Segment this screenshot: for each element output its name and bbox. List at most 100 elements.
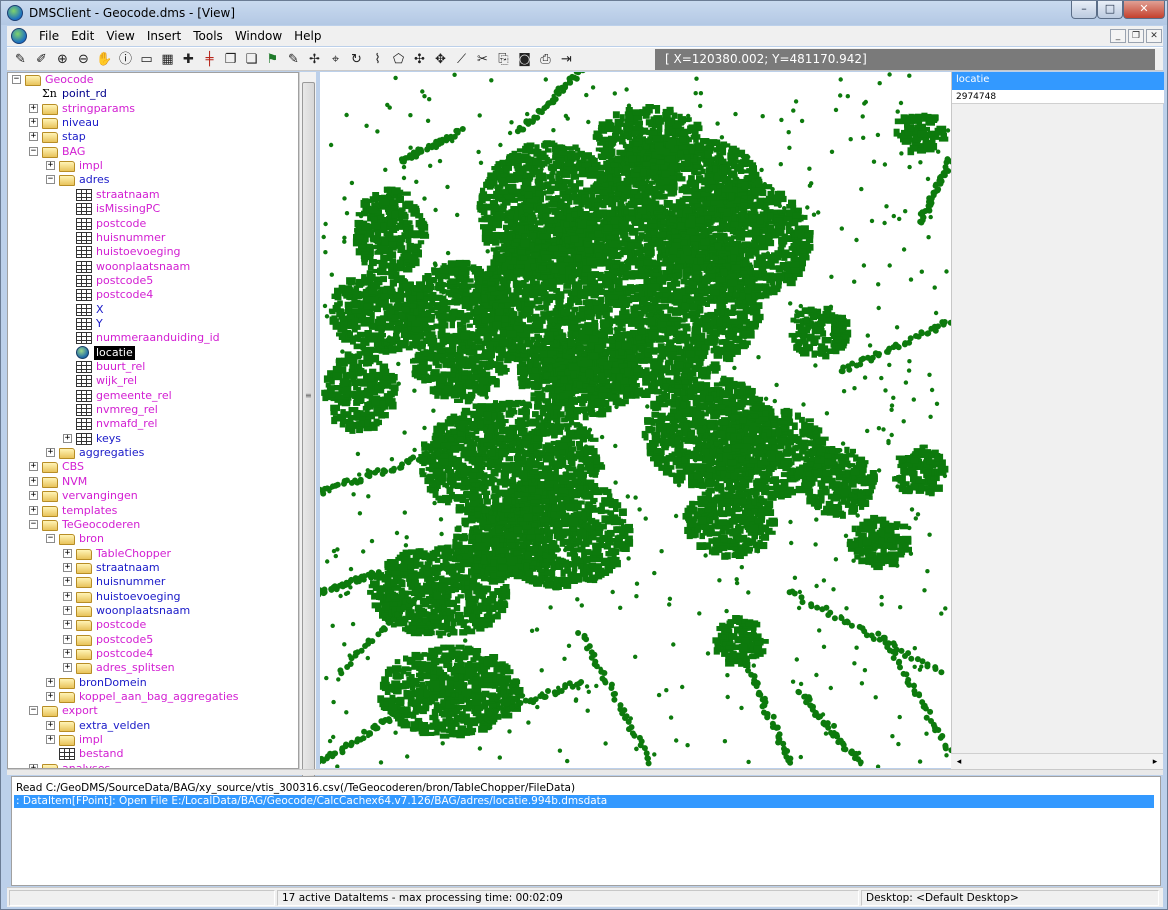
- tree-node-label[interactable]: nummeraanduiding_id: [94, 331, 222, 345]
- export-icon[interactable]: ⎘: [494, 50, 513, 69]
- collapse-icon[interactable]: −: [29, 706, 38, 716]
- tree-node[interactable]: bestand: [8, 747, 298, 761]
- select-rect-icon[interactable]: ▭: [137, 50, 156, 69]
- tree-node[interactable]: + vervangingen: [8, 489, 298, 503]
- tree-node[interactable]: nummeraanduiding_id: [8, 331, 298, 345]
- tree-node-label[interactable]: bron: [77, 532, 106, 546]
- vertex-icon[interactable]: ✥: [431, 50, 450, 69]
- tree-node[interactable]: locatie: [8, 345, 298, 360]
- collapse-icon[interactable]: −: [46, 534, 55, 544]
- move-point-icon[interactable]: ⌖: [326, 50, 345, 69]
- scale-bar-icon[interactable]: ╪: [200, 50, 219, 69]
- menu-view[interactable]: View: [100, 29, 140, 43]
- expand-icon[interactable]: +: [46, 735, 55, 745]
- tree-node[interactable]: − BAG: [8, 145, 298, 159]
- tree-node[interactable]: + impl: [8, 733, 298, 747]
- tree-node[interactable]: postcode5: [8, 274, 298, 288]
- tree-node-label[interactable]: aggregaties: [77, 446, 146, 460]
- expand-icon[interactable]: +: [46, 720, 55, 730]
- tree-node-label[interactable]: niveau: [60, 116, 101, 130]
- collapse-icon[interactable]: −: [29, 519, 38, 529]
- tree-node-label[interactable]: bronDomein: [77, 676, 149, 690]
- tree-node-label[interactable]: postcode5: [94, 274, 155, 288]
- tree-node[interactable]: − adres: [8, 173, 298, 187]
- tree-node[interactable]: buurt_rel: [8, 360, 298, 374]
- tree-node[interactable]: + bronDomein: [8, 676, 298, 690]
- tree-node[interactable]: − bron: [8, 532, 298, 546]
- tree-node[interactable]: straatnaam: [8, 188, 298, 202]
- tree-node-label[interactable]: impl: [77, 733, 105, 747]
- hand-pan-icon[interactable]: ✋: [95, 50, 114, 69]
- tree-node[interactable]: + woonplaatsnaam: [8, 604, 298, 618]
- exit-icon[interactable]: ⇥: [557, 50, 576, 69]
- tree-node-label[interactable]: nvmreg_rel: [94, 403, 160, 417]
- tree-node-label[interactable]: keys: [94, 432, 123, 446]
- tree-node-label[interactable]: adres: [77, 173, 112, 187]
- tree-node[interactable]: + templates: [8, 504, 298, 518]
- tree-node-label[interactable]: huisnummer: [94, 575, 167, 589]
- tree-node[interactable]: + impl: [8, 159, 298, 173]
- expand-icon[interactable]: +: [46, 692, 55, 702]
- tree-node-label[interactable]: BAG: [60, 145, 87, 159]
- menu-edit[interactable]: Edit: [65, 29, 100, 43]
- tree-node-label[interactable]: export: [60, 704, 100, 718]
- menu-help[interactable]: Help: [288, 29, 327, 43]
- tree-node-label[interactable]: huistoevoeging: [94, 590, 183, 604]
- map-view[interactable]: [320, 72, 951, 768]
- tree-node[interactable]: huistoevoeging: [8, 245, 298, 259]
- expand-icon[interactable]: +: [63, 591, 72, 601]
- tree-node[interactable]: + postcode5: [8, 633, 298, 647]
- cut-icon[interactable]: ✂: [473, 50, 492, 69]
- tree-node[interactable]: + stringparams: [8, 102, 298, 116]
- tree-node-label[interactable]: vervangingen: [60, 489, 140, 503]
- expand-icon[interactable]: +: [29, 462, 38, 472]
- tree-node[interactable]: + huisnummer: [8, 575, 298, 589]
- expand-icon[interactable]: +: [46, 161, 55, 171]
- edit-point-icon[interactable]: ✎: [284, 50, 303, 69]
- menu-window[interactable]: Window: [229, 29, 288, 43]
- pan-tool-icon[interactable]: ✎: [11, 50, 30, 69]
- tree-node[interactable]: wijk_rel: [8, 374, 298, 388]
- tree-node[interactable]: + analyses: [8, 762, 298, 768]
- menu-file[interactable]: File: [33, 29, 65, 43]
- tree-node[interactable]: + postcode: [8, 618, 298, 632]
- tree-node[interactable]: + straatnaam: [8, 561, 298, 575]
- expand-icon[interactable]: +: [63, 433, 72, 443]
- tree-node[interactable]: + CBS: [8, 460, 298, 474]
- camera-icon[interactable]: ◙: [515, 50, 534, 69]
- tree-node-label[interactable]: stap: [60, 130, 88, 144]
- expand-icon[interactable]: +: [46, 677, 55, 687]
- menu-insert[interactable]: Insert: [141, 29, 187, 43]
- tree-node[interactable]: postcode4: [8, 288, 298, 302]
- polygon-icon[interactable]: ⬠: [389, 50, 408, 69]
- collapse-icon[interactable]: −: [29, 146, 38, 156]
- mdi-restore-button[interactable]: ❐: [1128, 29, 1144, 43]
- tree-node-label[interactable]: point_rd: [60, 87, 109, 101]
- expand-icon[interactable]: +: [63, 562, 72, 572]
- line-icon[interactable]: ⟋: [452, 50, 471, 69]
- maximize-button[interactable]: □: [1097, 1, 1123, 19]
- menu-tools[interactable]: Tools: [187, 29, 229, 43]
- tree-node-label[interactable]: extra_velden: [77, 719, 152, 733]
- tree-node-label[interactable]: huisnummer: [94, 231, 167, 245]
- tree-node-label[interactable]: postcode5: [94, 633, 155, 647]
- tree-node[interactable]: + huistoevoeging: [8, 590, 298, 604]
- copy-icon[interactable]: ❐: [221, 50, 240, 69]
- expand-icon[interactable]: +: [63, 634, 72, 644]
- tree-node[interactable]: postcode: [8, 217, 298, 231]
- tree-node-label[interactable]: Geocode: [43, 73, 96, 87]
- tree-node-label[interactable]: wijk_rel: [94, 374, 139, 388]
- tree-node-label[interactable]: TeGeocoderen: [60, 518, 142, 532]
- tree-node-label[interactable]: Y: [94, 317, 105, 331]
- tree-node-label[interactable]: nvmafd_rel: [94, 417, 159, 431]
- tree-node-label[interactable]: stringparams: [60, 102, 137, 116]
- tree-node[interactable]: − Geocode: [8, 73, 298, 87]
- collapse-icon[interactable]: −: [46, 175, 55, 185]
- tree-node-label[interactable]: bestand: [77, 747, 126, 761]
- tree-node-label[interactable]: buurt_rel: [94, 360, 147, 374]
- tree-node-label[interactable]: isMissingPC: [94, 202, 162, 216]
- expand-icon[interactable]: +: [63, 605, 72, 615]
- polyline-icon[interactable]: ⌇: [368, 50, 387, 69]
- tree-node-label[interactable]: straatnaam: [94, 188, 162, 202]
- expand-icon[interactable]: +: [46, 448, 55, 458]
